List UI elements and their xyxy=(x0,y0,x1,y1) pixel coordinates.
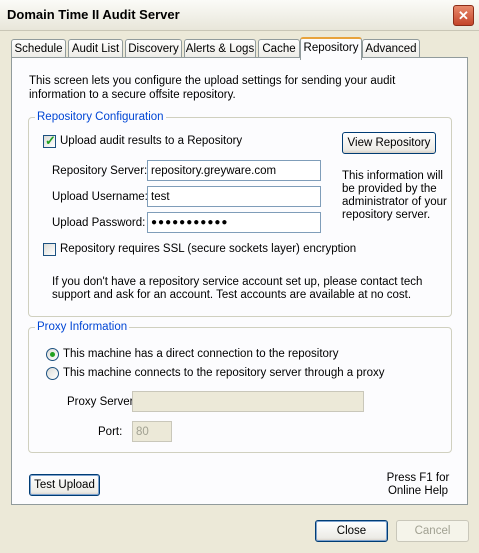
tab-advanced[interactable]: Advanced xyxy=(362,39,420,58)
repository-info-note: This information will be provided by the… xyxy=(342,170,447,221)
upload-username-input[interactable]: test xyxy=(147,186,321,207)
repository-panel: This screen lets you configure the uploa… xyxy=(11,57,468,505)
proxy-port-input[interactable]: 80 xyxy=(132,421,172,442)
direct-connection-label[interactable]: This machine has a direct connection to … xyxy=(63,348,339,360)
audit-server-window: Domain Time II Audit Server ✕ Schedule A… xyxy=(0,0,479,553)
test-upload-button[interactable]: Test Upload xyxy=(29,474,100,496)
proxy-server-label: Proxy Server: xyxy=(67,396,137,408)
help-line-1: Press F1 for xyxy=(386,472,450,484)
tab-schedule[interactable]: Schedule xyxy=(11,39,66,58)
window-title: Domain Time II Audit Server xyxy=(7,7,180,22)
proxy-connection-radio[interactable] xyxy=(46,367,59,380)
account-note: If you don't have a repository service a… xyxy=(52,276,423,301)
close-button[interactable]: Close xyxy=(315,520,388,542)
repository-server-input[interactable]: repository.greyware.com xyxy=(147,160,321,181)
help-line-2: Online Help xyxy=(387,485,449,497)
upload-password-label: Upload Password: xyxy=(52,217,146,229)
online-help-note: Press F1 for Online Help xyxy=(382,472,454,498)
proxy-server-input[interactable] xyxy=(132,391,364,412)
proxy-connection-label[interactable]: This machine connects to the repository … xyxy=(63,367,385,379)
title-bar[interactable]: Domain Time II Audit Server ✕ xyxy=(0,0,479,31)
proxy-information-legend: Proxy Information xyxy=(37,321,128,333)
upload-checkbox-label[interactable]: Upload audit results to a Repository xyxy=(60,135,242,147)
upload-password-input[interactable]: ●●●●●●●●●●● xyxy=(147,212,321,233)
checkmark-icon: ✓ xyxy=(45,133,56,148)
radio-selected-dot xyxy=(50,352,55,357)
tab-repository[interactable]: Repository xyxy=(300,37,362,60)
tab-discovery[interactable]: Discovery xyxy=(125,39,182,58)
upload-checkbox[interactable]: ✓ xyxy=(43,133,56,148)
repository-configuration-legend: Repository Configuration xyxy=(37,111,164,123)
proxy-information-group: Proxy Information xyxy=(28,321,452,453)
tab-audit-list[interactable]: Audit List xyxy=(68,39,123,58)
repository-server-label: Repository Server: xyxy=(52,165,148,177)
ssl-checkbox[interactable] xyxy=(43,243,56,256)
ssl-checkbox-label[interactable]: Repository requires SSL (secure sockets … xyxy=(60,243,356,255)
intro-text: This screen lets you configure the uploa… xyxy=(29,75,396,101)
view-repository-button[interactable]: View Repository xyxy=(342,132,436,154)
proxy-port-label: Port: xyxy=(98,426,123,438)
tab-cache[interactable]: Cache xyxy=(258,39,300,58)
upload-username-label: Upload Username: xyxy=(52,191,148,203)
close-window-icon[interactable]: ✕ xyxy=(453,5,474,26)
direct-connection-radio[interactable] xyxy=(46,348,59,361)
tab-alerts-logs[interactable]: Alerts & Logs xyxy=(184,39,256,58)
cancel-button[interactable]: Cancel xyxy=(396,520,469,542)
